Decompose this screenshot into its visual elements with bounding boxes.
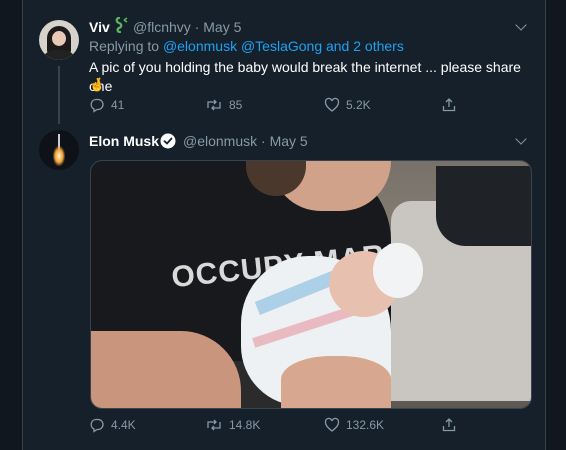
reply-more-chevron-icon[interactable] bbox=[515, 19, 527, 31]
replying-to-users[interactable]: @elonmusk @TeslaGong and 2 others bbox=[163, 38, 404, 54]
reply-date[interactable]: May 5 bbox=[203, 19, 241, 35]
reply-display-name[interactable]: Viv bbox=[89, 19, 110, 35]
replying-to-prefix: Replying to bbox=[89, 38, 160, 54]
share-icon bbox=[442, 98, 456, 112]
tweet-thread: Viv @flcnhvy · May 5 Replying to @elonmu… bbox=[23, 0, 545, 450]
comment-icon bbox=[90, 98, 104, 113]
reply-retweet-count: 85 bbox=[229, 98, 243, 112]
reply-text: A pic of you holding the baby would brea… bbox=[89, 59, 521, 94]
reply-handle[interactable]: @flcnhvy bbox=[133, 19, 191, 35]
verified-badge-icon bbox=[160, 133, 176, 154]
snake-emoji-icon bbox=[115, 16, 129, 36]
tweet-retweet-count: 14.8K bbox=[229, 418, 261, 432]
retweet-icon bbox=[207, 99, 221, 111]
reply-separator: · bbox=[194, 19, 200, 35]
avatar-viv[interactable] bbox=[39, 20, 79, 60]
tweet-retweet-button[interactable]: 14.8K bbox=[205, 417, 260, 433]
left-frame bbox=[0, 0, 23, 450]
tweet-separator: · bbox=[261, 133, 266, 149]
share-icon bbox=[442, 418, 456, 432]
retweet-icon bbox=[207, 419, 221, 431]
tweet-like-button[interactable]: 132.6K bbox=[324, 417, 384, 433]
reply-reply-button[interactable]: 41 bbox=[89, 97, 124, 113]
tweet-handle[interactable]: @elonmusk bbox=[183, 133, 257, 149]
avatar-elon-musk[interactable] bbox=[39, 130, 79, 170]
heart-icon bbox=[324, 97, 340, 112]
tweet-photo[interactable]: OCCUPY MARS bbox=[90, 160, 532, 409]
thread-connector-line bbox=[58, 66, 60, 124]
reply-share-button[interactable] bbox=[441, 97, 457, 113]
right-frame bbox=[545, 0, 566, 450]
reply-retweet-button[interactable]: 85 bbox=[205, 97, 242, 113]
tweet-like-count: 132.6K bbox=[346, 418, 385, 432]
crossed-fingers-emoji: 🤞 bbox=[89, 77, 106, 92]
reply-like-count: 5.2K bbox=[346, 98, 371, 112]
heart-icon bbox=[324, 417, 340, 432]
tweet-date[interactable]: May 5 bbox=[270, 133, 308, 149]
tweet-more-chevron-icon[interactable] bbox=[515, 133, 527, 145]
tweet-share-button[interactable] bbox=[441, 417, 457, 433]
reply-reply-count: 41 bbox=[111, 98, 125, 112]
reply-like-button[interactable]: 5.2K bbox=[324, 97, 371, 113]
comment-icon bbox=[90, 418, 104, 433]
tweet-reply-button[interactable]: 4.4K bbox=[89, 417, 136, 433]
tweet-display-name[interactable]: Elon Musk bbox=[89, 133, 159, 149]
tweet-reply-count: 4.4K bbox=[111, 418, 136, 432]
